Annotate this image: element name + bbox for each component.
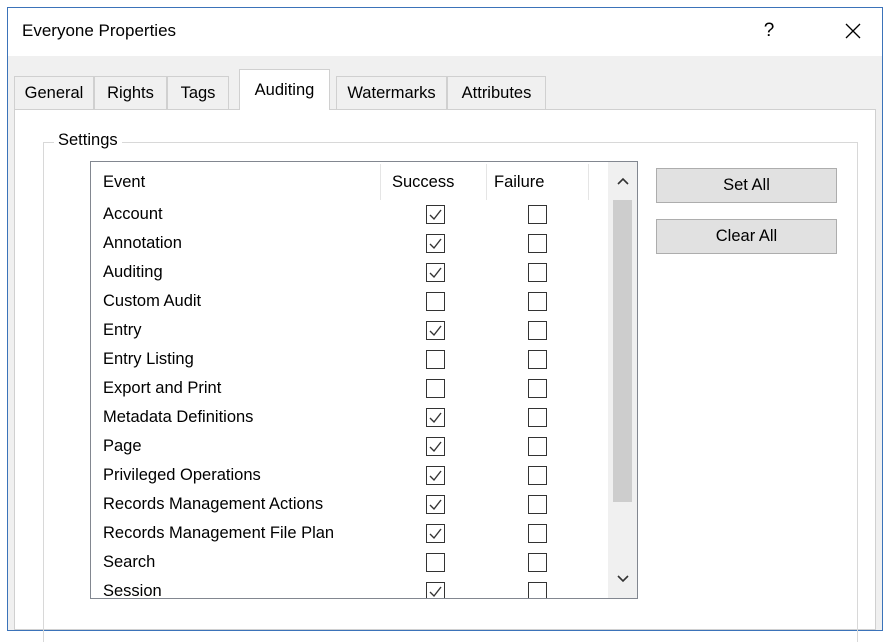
success-checkbox[interactable] (426, 437, 445, 456)
success-checkbox[interactable] (426, 524, 445, 543)
vertical-scrollbar[interactable] (608, 162, 637, 598)
event-label: Annotation (103, 234, 182, 252)
audit-events-list[interactable]: Event Success Failure Account Annotation A… (90, 161, 638, 599)
success-checkbox[interactable] (426, 582, 445, 598)
failure-checkbox[interactable] (528, 495, 547, 514)
list-item[interactable]: Annotation (91, 231, 608, 260)
close-icon (845, 23, 861, 39)
success-checkbox[interactable] (426, 321, 445, 340)
success-checkbox[interactable] (426, 553, 445, 572)
window-title: Everyone Properties (22, 21, 177, 40)
event-label: Records Management Actions (103, 495, 324, 513)
success-checkbox[interactable] (426, 205, 445, 224)
event-label: Search (103, 553, 156, 571)
success-column-header[interactable]: Success (392, 162, 454, 202)
failure-checkbox[interactable] (528, 437, 547, 456)
success-checkbox[interactable] (426, 350, 445, 369)
success-checkbox[interactable] (426, 495, 445, 514)
scroll-up-button[interactable] (608, 167, 637, 195)
event-label: Session (103, 582, 162, 599)
scrollbar-thumb[interactable] (613, 200, 632, 502)
failure-checkbox[interactable] (528, 466, 547, 485)
event-label: Auditing (103, 263, 163, 281)
list-item[interactable]: Entry Listing (91, 347, 608, 376)
failure-checkbox[interactable] (528, 263, 547, 282)
scroll-up-arrow-icon (616, 177, 629, 185)
event-column-header[interactable]: Event (103, 162, 145, 202)
scroll-down-button[interactable] (608, 565, 637, 593)
event-label: Metadata Definitions (103, 408, 254, 426)
list-item[interactable]: Auditing (91, 260, 608, 289)
event-label: Export and Print (103, 379, 222, 397)
close-button[interactable] (823, 8, 883, 54)
list-item[interactable]: Page (91, 434, 608, 463)
tab-tags[interactable]: Tags (167, 76, 229, 109)
failure-checkbox[interactable] (528, 379, 547, 398)
failure-column-header[interactable]: Failure (494, 162, 544, 202)
help-button[interactable]: ? (743, 8, 795, 54)
failure-checkbox[interactable] (528, 292, 547, 311)
event-label: Privileged Operations (103, 466, 261, 484)
success-checkbox[interactable] (426, 263, 445, 282)
success-checkbox[interactable] (426, 408, 445, 427)
title-bar: Everyone Properties ? (8, 8, 882, 56)
failure-checkbox[interactable] (528, 350, 547, 369)
tab-rights[interactable]: Rights (94, 76, 167, 109)
list-item[interactable]: Metadata Definitions (91, 405, 608, 434)
failure-checkbox[interactable] (528, 234, 547, 253)
scroll-down-arrow-icon (616, 575, 629, 583)
tab-auditing[interactable]: Auditing (239, 69, 330, 110)
list-item[interactable]: Session (91, 579, 608, 599)
event-label: Account (103, 205, 163, 223)
list-item[interactable]: Privileged Operations (91, 463, 608, 492)
list-header: Event Success Failure (91, 162, 608, 202)
event-label: Custom Audit (103, 292, 202, 310)
dialog-body: General Rights Tags Auditing Watermarks … (8, 56, 882, 642)
event-label: Page (103, 437, 142, 455)
set-all-button[interactable]: Set All (656, 168, 837, 203)
list-item[interactable]: Records Management File Plan (91, 521, 608, 550)
failure-checkbox[interactable] (528, 582, 547, 598)
list-item[interactable]: Records Management Actions (91, 492, 608, 521)
list-item[interactable]: Custom Audit (91, 289, 608, 318)
failure-checkbox[interactable] (528, 321, 547, 340)
list-item[interactable]: Account (91, 202, 608, 231)
list-item[interactable]: Entry (91, 318, 608, 347)
event-label: Entry Listing (103, 350, 194, 368)
success-checkbox[interactable] (426, 292, 445, 311)
tab-general[interactable]: General (14, 76, 94, 109)
dialog-window: Everyone Properties ? General Rights Tag… (7, 7, 883, 642)
list-item[interactable]: Search (91, 550, 608, 579)
event-label: Records Management File Plan (103, 524, 335, 542)
settings-group-label: Settings (54, 131, 122, 150)
failure-checkbox[interactable] (528, 408, 547, 427)
success-checkbox[interactable] (426, 466, 445, 485)
success-checkbox[interactable] (426, 234, 445, 253)
success-checkbox[interactable] (426, 379, 445, 398)
event-label: Entry (103, 321, 142, 339)
tab-attributes[interactable]: Attributes (447, 76, 546, 109)
failure-checkbox[interactable] (528, 553, 547, 572)
clear-all-button[interactable]: Clear All (656, 219, 837, 254)
failure-checkbox[interactable] (528, 524, 547, 543)
failure-checkbox[interactable] (528, 205, 547, 224)
tab-watermarks[interactable]: Watermarks (336, 76, 447, 109)
list-item[interactable]: Export and Print (91, 376, 608, 405)
